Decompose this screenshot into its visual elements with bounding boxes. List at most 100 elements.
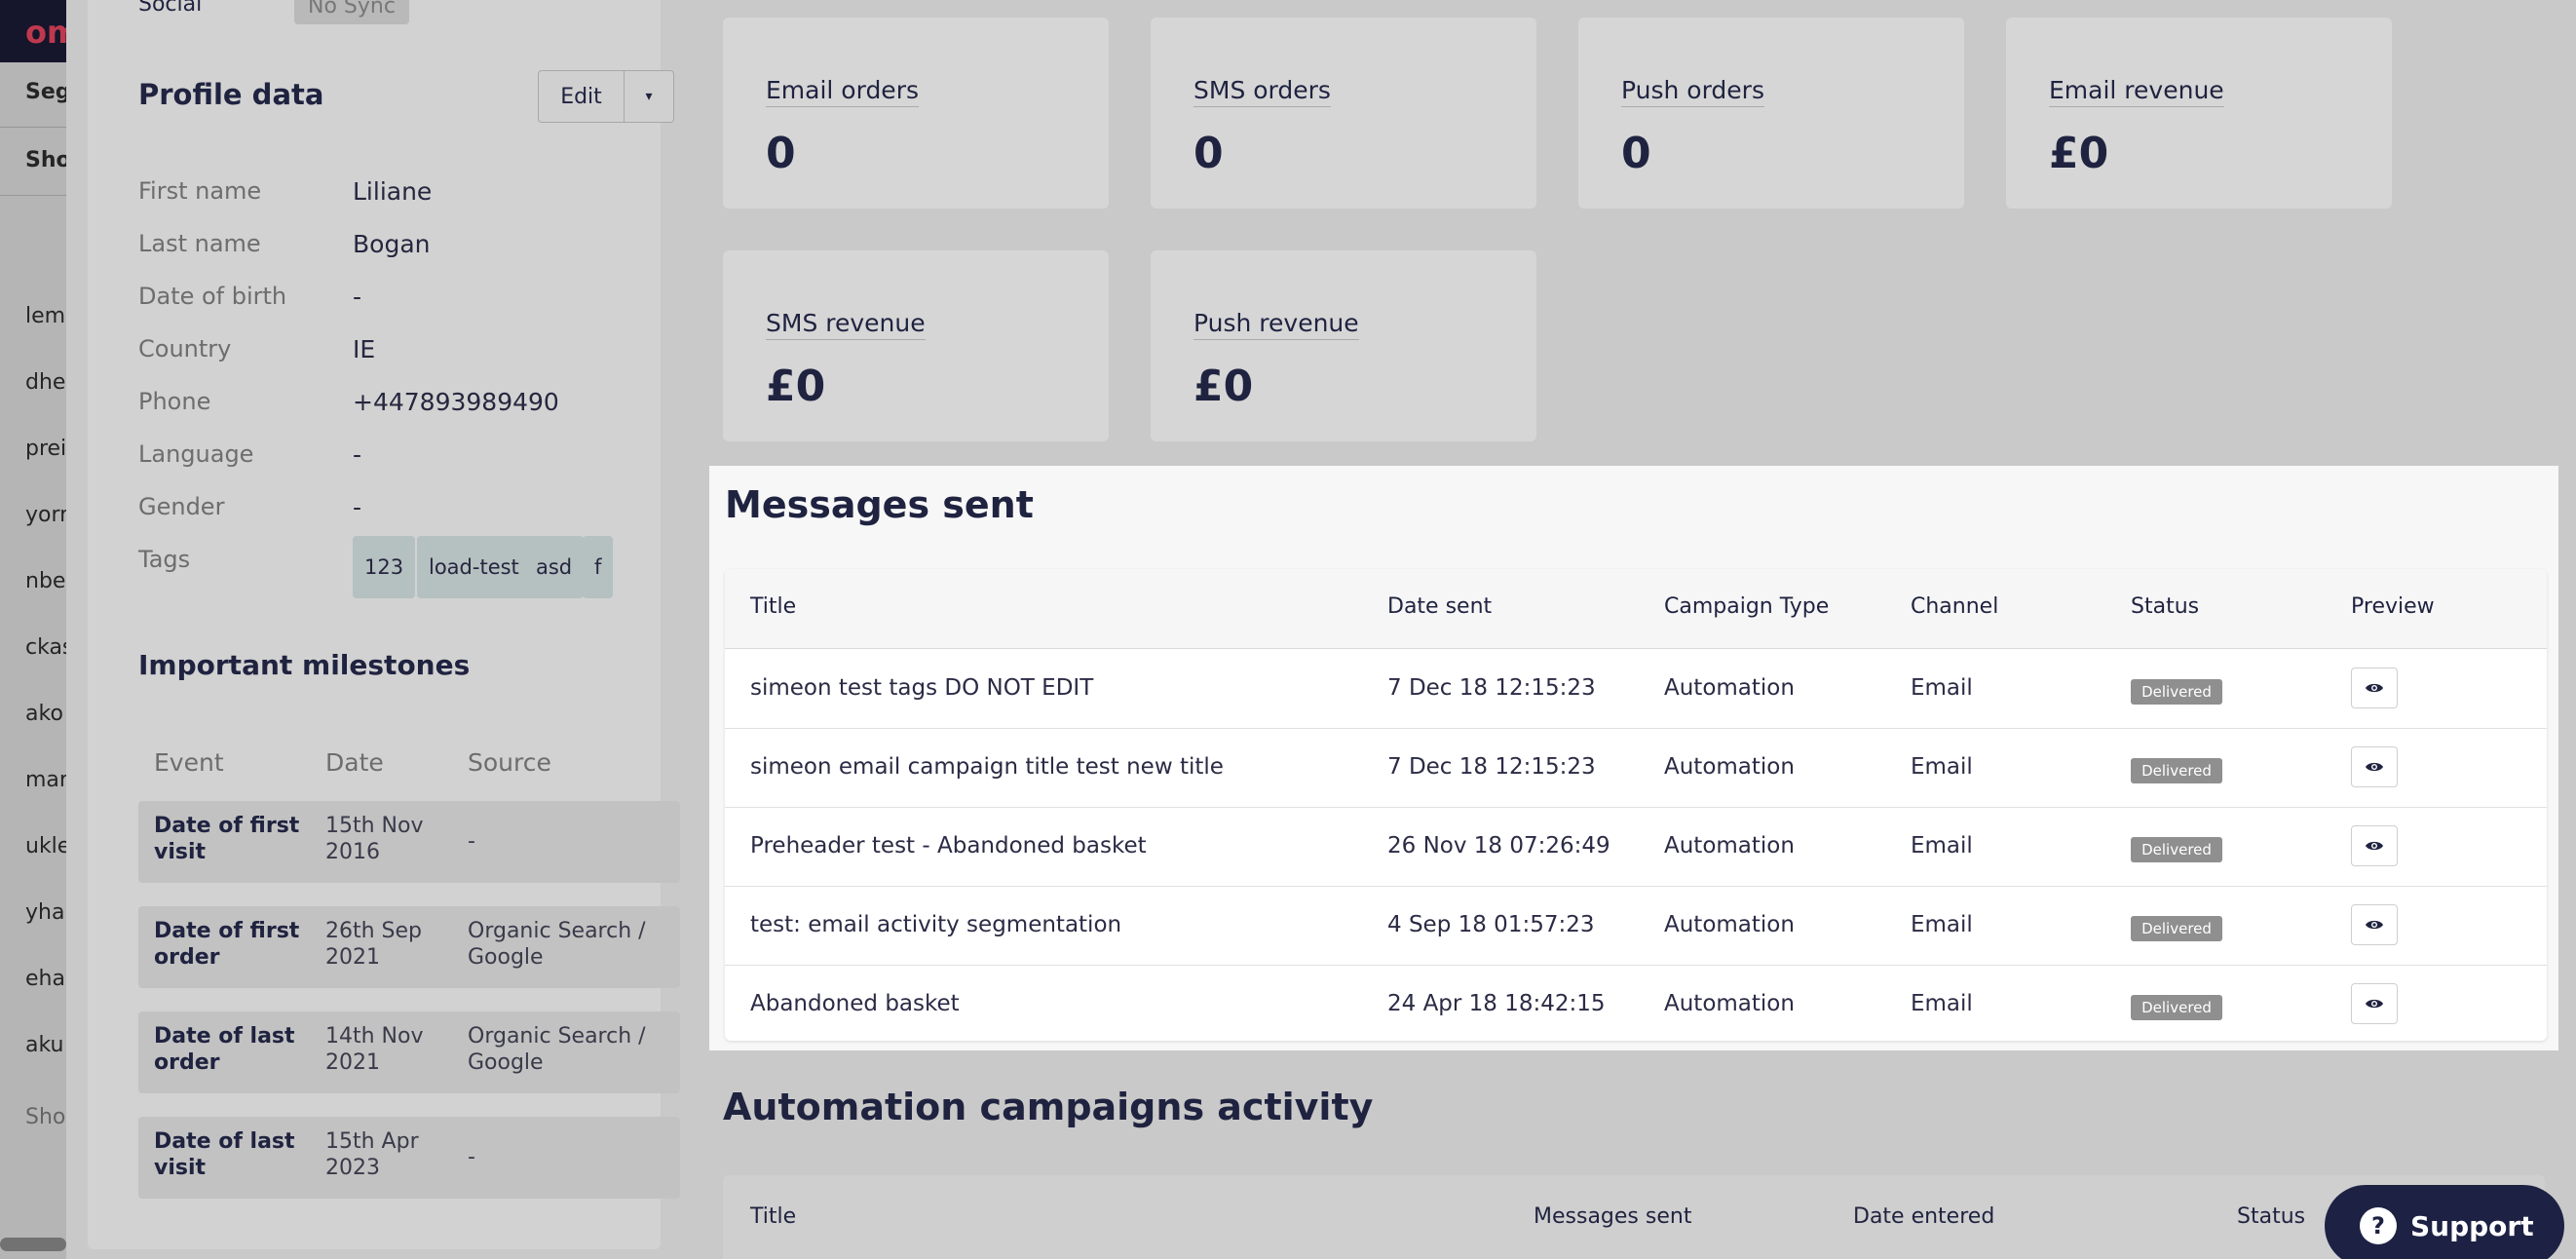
phone-value: +447893989490 — [353, 388, 559, 416]
chevron-down-icon: ▾ — [645, 89, 653, 104]
milestone-event: Date of first order — [154, 919, 300, 970]
stat-value: £0 — [2049, 129, 2109, 178]
table-row: simeon email campaign title test new tit… — [725, 729, 2547, 808]
eye-icon — [2366, 999, 2383, 1009]
column-header-campaign-type: Campaign Type — [1664, 594, 1830, 619]
tag-chip: asd — [524, 536, 585, 598]
message-title: Abandoned basket — [750, 991, 960, 1016]
milestone-source: - — [468, 1145, 475, 1169]
milestones-header-date: Date — [325, 748, 384, 777]
milestone-date: 26th Sep 2021 — [325, 919, 423, 970]
field-label: First name — [138, 177, 262, 205]
column-header-channel: Channel — [1911, 594, 1999, 619]
milestone-date: 15th Nov 2016 — [325, 814, 424, 864]
column-header-status: Status — [2131, 594, 2200, 619]
automation-campaigns-title: Automation campaigns activity — [723, 1086, 1374, 1128]
preview-button[interactable] — [2351, 983, 2398, 1024]
milestone-date: 15th Apr 2023 — [325, 1129, 419, 1180]
date-of-birth-value: - — [353, 283, 362, 311]
column-header-status: Status — [2237, 1204, 2306, 1229]
messages-sent-section: Messages sent Title Date sent Campaign T… — [709, 466, 2558, 1050]
preview-button[interactable] — [2351, 668, 2398, 708]
messages-sent-title: Messages sent — [725, 483, 1034, 526]
stat-value: £0 — [766, 362, 826, 411]
message-channel: Email — [1911, 833, 1973, 858]
message-title: simeon email campaign title test new tit… — [750, 754, 1224, 780]
tag-chip: load-test — [417, 536, 531, 598]
message-channel: Email — [1911, 675, 1973, 701]
profile-card: Social No Sync Profile data Edit ▾ First… — [88, 0, 680, 1249]
status-badge: Delivered — [2131, 837, 2222, 862]
stat-label: Email revenue — [2049, 76, 2224, 107]
message-campaign-type: Automation — [1664, 833, 1795, 858]
message-channel: Email — [1911, 912, 1973, 937]
milestone-source: Organic Search / Google — [468, 919, 646, 970]
preview-button[interactable] — [2351, 746, 2398, 787]
stat-label: SMS revenue — [766, 309, 926, 340]
stat-card-email-revenue: Email revenue £0 — [2006, 18, 2392, 209]
eye-icon — [2366, 683, 2383, 693]
language-value: - — [353, 440, 362, 469]
milestone-row: Date of last visit 15th Apr 2023 - — [138, 1117, 680, 1199]
message-date: 7 Dec 18 12:15:23 — [1387, 754, 1596, 780]
preview-button[interactable] — [2351, 904, 2398, 945]
support-button[interactable]: ? Support — [2325, 1185, 2564, 1259]
column-header-date-sent: Date sent — [1387, 594, 1493, 619]
table-header: Title Date sent Campaign Type Channel St… — [725, 569, 2547, 649]
question-icon: ? — [2360, 1207, 2397, 1244]
milestones-title: Important milestones — [138, 649, 471, 681]
column-header-preview: Preview — [2351, 594, 2435, 619]
milestone-row: Date of first order 26th Sep 2021 Organi… — [138, 906, 680, 988]
milestone-event: Date of first visit — [154, 814, 300, 864]
field-label: Language — [138, 440, 254, 468]
eye-icon — [2366, 841, 2383, 851]
message-campaign-type: Automation — [1664, 675, 1795, 701]
milestones-header-source: Source — [468, 748, 551, 777]
social-label: Social — [138, 0, 203, 17]
stat-card-email-orders: Email orders 0 — [723, 18, 1109, 209]
message-channel: Email — [1911, 991, 1973, 1016]
stat-label: SMS orders — [1193, 76, 1331, 107]
field-label: Gender — [138, 493, 225, 520]
last-name-value: Bogan — [353, 230, 431, 258]
country-value: IE — [353, 335, 376, 363]
stat-value: 0 — [1193, 129, 1224, 178]
milestone-event: Date of last order — [154, 1024, 295, 1075]
edit-dropdown-button[interactable]: ▾ — [625, 71, 673, 122]
message-date: 7 Dec 18 12:15:23 — [1387, 675, 1596, 701]
field-label: Date of birth — [138, 283, 287, 310]
milestone-row: Date of last order 14th Nov 2021 Organic… — [138, 1011, 680, 1093]
gender-value: - — [353, 493, 362, 521]
edit-button[interactable]: Edit — [539, 71, 625, 122]
table-row: Preheader test - Abandoned basket 26 Nov… — [725, 808, 2547, 887]
preview-button[interactable] — [2351, 825, 2398, 866]
milestone-source: Organic Search / Google — [468, 1024, 646, 1075]
status-badge: Delivered — [2131, 995, 2222, 1020]
message-title: simeon test tags DO NOT EDIT — [750, 675, 1094, 701]
stat-label: Push orders — [1621, 76, 1764, 107]
tags-label: Tags — [138, 546, 191, 573]
eye-icon — [2366, 762, 2383, 772]
milestone-source: - — [468, 829, 475, 854]
tag-chip: f — [583, 536, 614, 598]
profile-data-title: Profile data — [138, 78, 324, 111]
message-campaign-type: Automation — [1664, 912, 1795, 937]
table-row: test: email activity segmentation 4 Sep … — [725, 887, 2547, 966]
milestone-row: Date of first visit 15th Nov 2016 - — [138, 801, 680, 883]
stat-label: Push revenue — [1193, 309, 1359, 340]
stat-card-push-orders: Push orders 0 — [1578, 18, 1964, 209]
stat-card-push-revenue: Push revenue £0 — [1151, 250, 1536, 441]
support-label: Support — [2410, 1209, 2534, 1242]
field-label: Last name — [138, 230, 261, 257]
stat-label: Email orders — [766, 76, 919, 107]
message-date: 4 Sep 18 01:57:23 — [1387, 912, 1595, 937]
message-date: 26 Nov 18 07:26:49 — [1387, 833, 1610, 858]
automation-table: Title Messages sent Date entered Status — [723, 1175, 2545, 1259]
first-name-value: Liliane — [353, 177, 433, 206]
message-campaign-type: Automation — [1664, 991, 1795, 1016]
milestone-date: 14th Nov 2021 — [325, 1024, 424, 1075]
field-label: Phone — [138, 388, 211, 415]
tag-chip: 123 — [353, 536, 416, 598]
message-title: test: email activity segmentation — [750, 912, 1122, 937]
status-badge: Delivered — [2131, 758, 2222, 783]
